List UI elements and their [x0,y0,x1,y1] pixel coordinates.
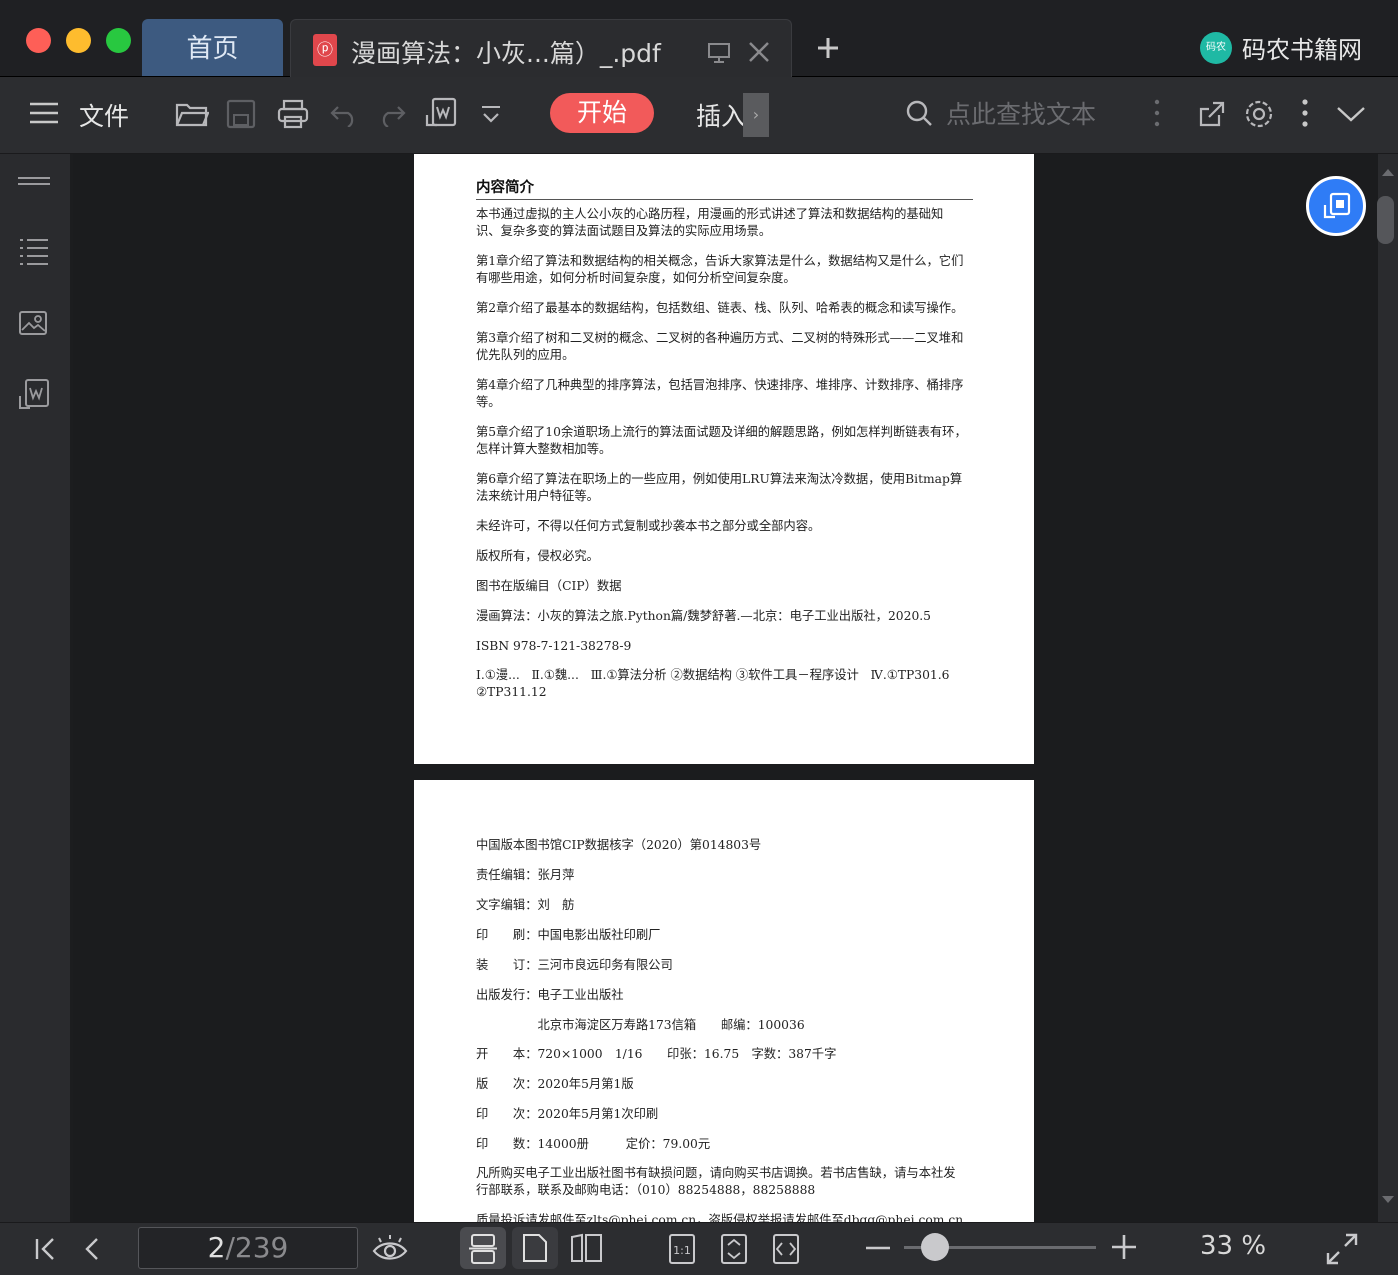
single-page-view-button[interactable] [512,1227,558,1269]
search-box[interactable]: 点此查找文本 [906,95,1096,131]
more-options-icon[interactable] [1301,99,1309,129]
page-paragraph: ISBN 978-7-121-38278-9 [476,639,632,653]
scrollbar-thumb[interactable] [1377,196,1394,244]
save-icon[interactable] [226,99,256,129]
page-paragraph: 第6章介绍了算法在职场上的一些应用，例如使用LRU算法来淘汰冷数据，使用Bitm… [476,472,963,503]
double-page-view-button[interactable] [564,1227,610,1269]
floating-convert-button[interactable] [1306,176,1366,236]
scroll-down-arrow-icon[interactable] [1382,1196,1394,1204]
print-icon[interactable] [277,99,309,129]
page-line: 版 次：2020年5月第1版 [476,1077,634,1091]
undo-icon[interactable] [330,101,358,127]
zoom-slider-handle[interactable] [920,1233,949,1261]
scroll-up-arrow-icon[interactable] [1382,168,1394,176]
ribbon-scroll-right-icon[interactable]: › [743,93,769,137]
page-line: 责任编辑：张月萍 [476,868,575,882]
actual-size-icon[interactable]: 1:1 [668,1233,696,1265]
fit-width-icon[interactable] [772,1233,800,1265]
page-paragraph: 本书通过虚拟的主人公小灰的心路历程，用漫画的形式讲述了算法和数据结构的基础知 识… [476,207,944,238]
search-icon [906,100,932,126]
page-paragraph: 图书在版编目（CIP）数据 [476,579,622,593]
page-paragraph: 第3章介绍了树和二叉树的概念、二叉树的各种遍历方式、二叉树的特殊形式——二叉堆和… [476,331,964,362]
page-paragraph: Ⅰ.①漫... Ⅱ.①魏... Ⅲ.①算法分析 ②数据结构 ③软件工具－程序设计… [476,668,950,699]
page-paragraph: 第2章介绍了最基本的数据结构，包括数组、链表、栈、队列、哈希表的概念和读写操作。 [476,301,964,315]
page-line: 印 次：2020年5月第1次印刷 [476,1107,659,1121]
outline-list-icon[interactable] [18,236,50,266]
open-folder-icon[interactable] [175,99,209,127]
title-bar: 首页 ⓟ 漫画算法：小灰...篇）_.pdf 码农 码农书籍网 [0,0,1398,78]
thumbnail-image-icon[interactable] [18,308,50,338]
close-tab-icon[interactable] [747,40,771,64]
convert-file-icon [1323,192,1351,219]
close-window-button[interactable] [26,28,51,53]
tab-start[interactable]: 开始 [550,93,654,133]
collapse-panel-icon[interactable] [18,174,50,204]
page-line: 北京市海淀区万寿路173信箱 邮编：100036 [476,1018,805,1032]
tab-document[interactable]: ⓟ 漫画算法：小灰...篇）_.pdf [290,19,792,78]
side-panel [0,154,73,1222]
page-line: 开 本：720×1000 1/16 印张：16.75 字数：387千字 [476,1047,837,1061]
continuous-page-icon [469,1234,497,1264]
total-pages: /239 [225,1231,289,1264]
tab-home[interactable]: 首页 [142,19,283,76]
tab-document-label: 漫画算法：小灰...篇）_.pdf [351,39,661,68]
first-page-icon[interactable] [34,1237,56,1261]
pdf-convert-icon[interactable] [18,378,50,412]
eye-protection-icon[interactable] [372,1233,408,1265]
maximize-window-button[interactable] [106,28,131,53]
toolbar: 文件 开始 插入 › 点此查找文本 [0,77,1398,154]
pdf-file-icon: ⓟ [313,34,337,66]
vertical-scrollbar[interactable] [1378,154,1398,1222]
file-menu[interactable]: 文件 [79,97,129,133]
page-heading: 内容简介 [476,180,534,196]
separator-dots-icon [1154,99,1160,127]
minimize-window-button[interactable] [66,28,91,53]
brand-name: 码农书籍网 [1242,36,1362,64]
brand-logo: 码农 [1200,31,1232,64]
page-line: 印 刷：中国电影出版社印刷厂 [476,928,661,942]
redo-icon[interactable] [378,101,406,127]
page-line: 质量投诉请发邮件至zlts@phei.com.cn，盗版侵权举报请发邮件至dbq… [476,1213,964,1222]
page-line: 文字编辑：刘 舫 [476,898,575,912]
zoom-out-icon[interactable] [866,1245,890,1251]
double-page-icon [571,1233,602,1262]
page-number-input[interactable]: 2/239 [138,1227,358,1269]
single-page-icon [523,1234,547,1262]
more-tools-chevron-icon[interactable] [480,105,502,125]
settings-gear-icon[interactable] [1243,98,1275,130]
monitor-icon[interactable] [707,42,731,64]
pdf-page-1: 内容简介 本书通过虚拟的主人公小灰的心路历程，用漫画的形式讲述了算法和数据结构的… [414,154,1034,764]
page-paragraph: 未经许可，不得以任何方式复制或抄袭本书之部分或全部内容。 [476,519,821,533]
pdf-to-word-icon[interactable] [425,97,459,131]
page-line: 出版发行：电子工业出版社 [476,988,624,1002]
page-line: 装 订：三河市良远印务有限公司 [476,958,673,972]
page-line: 印 数：14000册 定价：79.00元 [476,1137,711,1151]
brand: 码农 码农书籍网 [1200,30,1362,65]
zoom-in-icon[interactable] [1112,1235,1136,1259]
document-viewport[interactable]: 内容简介 本书通过虚拟的主人公小灰的心路历程，用漫画的形式讲述了算法和数据结构的… [73,154,1378,1222]
share-icon[interactable] [1197,99,1227,129]
heading-rule [476,199,973,200]
fullscreen-icon[interactable] [1326,1233,1358,1265]
pdf-page-2: 中国版本图书馆CIP数据核字（2020）第014803号 责任编辑：张月萍 文字… [414,780,1034,1222]
collapse-ribbon-chevron-icon[interactable] [1336,105,1366,123]
page-paragraph: 第1章介绍了算法和数据结构的相关概念，告诉大家算法是什么，数据结构又是什么，它们… [476,254,964,285]
zoom-level[interactable]: 33 % [1200,1231,1266,1261]
page-paragraph: 漫画算法：小灰的算法之旅.Python篇/魏梦舒著.—北京：电子工业出版社，20… [476,609,932,623]
svg-text:1:1: 1:1 [673,1244,691,1257]
page-paragraph: 第4章介绍了几种典型的排序算法，包括冒泡排序、快速排序、堆排序、计数排序、桶排序… [476,378,964,409]
menu-icon[interactable] [30,101,58,125]
tab-insert[interactable]: 插入 [696,97,746,133]
page-paragraph: 版权所有，侵权必究。 [476,549,599,563]
page-paragraph: 第5章介绍了10余道职场上流行的算法面试题及详细的解题思路，例如怎样判断链表有环… [476,425,967,456]
status-bar: 2/239 1:1 33 % [0,1222,1398,1275]
previous-page-icon[interactable] [84,1237,100,1261]
page-line: 中国版本图书馆CIP数据核字（2020）第014803号 [476,838,762,852]
current-page: 2 [207,1231,226,1264]
fit-page-icon[interactable] [720,1233,748,1265]
page-line: 凡所购买电子工业出版社图书有缺损问题，请向购买书店调换。若书店售缺，请与本社发 … [476,1166,956,1197]
continuous-view-button[interactable] [460,1227,506,1269]
search-placeholder: 点此查找文本 [946,100,1097,129]
new-tab-icon[interactable] [816,36,840,60]
